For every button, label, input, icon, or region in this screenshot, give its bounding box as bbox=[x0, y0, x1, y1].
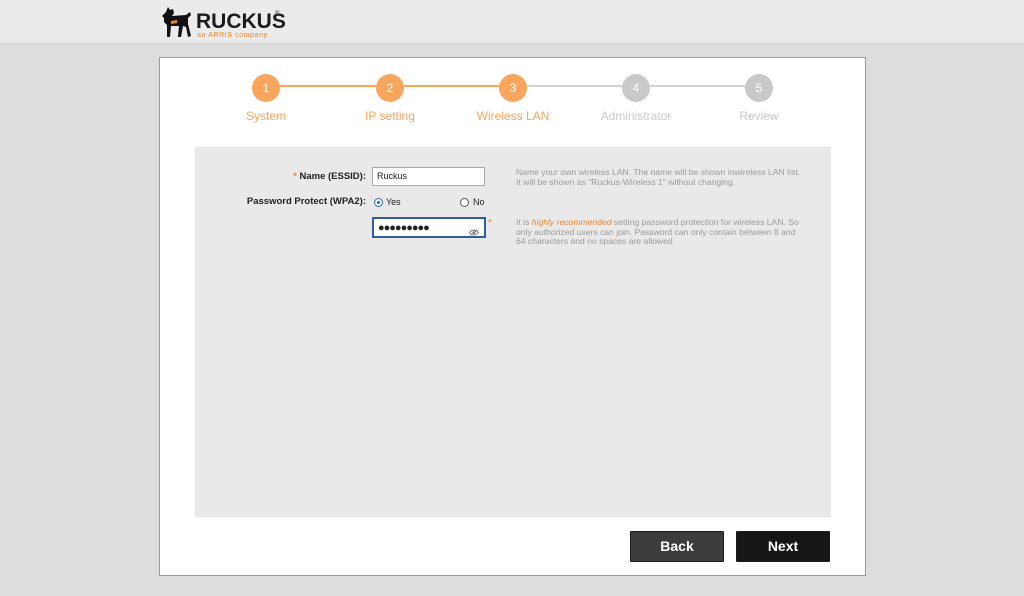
next-button[interactable]: Next bbox=[736, 531, 830, 562]
essid-input[interactable]: Ruckus bbox=[372, 167, 485, 186]
password-input[interactable]: ●●●●●●●●● bbox=[372, 217, 486, 238]
step-number: 2 bbox=[376, 74, 404, 102]
step-label: IP setting bbox=[365, 109, 415, 123]
setup-wizard: 1 System 2 IP setting 3 Wireless LAN 4 A… bbox=[159, 57, 866, 576]
password-masked: ●●●●●●●●● bbox=[378, 222, 430, 234]
step-review: 5 Review bbox=[699, 74, 819, 123]
step-system: 1 System bbox=[206, 74, 326, 123]
brand-name: RUCKUS bbox=[196, 10, 286, 33]
step-label: Wireless LAN bbox=[476, 109, 550, 123]
top-bar: RUCKUS ® an ARRIS company bbox=[0, 0, 1024, 44]
step-ip-setting: 2 IP setting bbox=[330, 74, 450, 123]
wizard-steps: 1 System 2 IP setting 3 Wireless LAN 4 A… bbox=[160, 58, 865, 138]
step-label: Review bbox=[739, 109, 779, 123]
password-help-prefix: It is bbox=[516, 217, 532, 227]
essid-help: Name your own wireless LAN. The name wil… bbox=[516, 167, 801, 187]
step-number: 1 bbox=[252, 74, 280, 102]
step-label: System bbox=[245, 109, 286, 123]
password-required-mark: * bbox=[488, 218, 492, 229]
back-button[interactable]: Back bbox=[630, 531, 724, 562]
required-mark: * bbox=[293, 171, 297, 182]
password-protect-no-label[interactable]: No bbox=[473, 196, 485, 208]
step-wireless-lan: 3 Wireless LAN bbox=[453, 74, 573, 123]
wireless-lan-form: * Name (ESSID): Ruckus Name your own wir… bbox=[195, 147, 831, 517]
essid-label: * Name (ESSID): bbox=[235, 171, 366, 183]
registered-mark: ® bbox=[275, 11, 280, 17]
step-administrator: 4 Administrator bbox=[576, 74, 696, 123]
step-number: 5 bbox=[745, 74, 773, 102]
brand-tagline: an ARRIS company bbox=[197, 32, 268, 39]
password-protect-yes-label[interactable]: Yes bbox=[386, 196, 401, 208]
step-label: Administrator bbox=[600, 109, 672, 123]
password-protect-yes-radio[interactable] bbox=[374, 198, 383, 207]
password-help: It is highly recommended setting passwor… bbox=[516, 217, 801, 247]
dog-logo-icon bbox=[162, 7, 191, 37]
ruckus-logo: RUCKUS ® an ARRIS company bbox=[159, 4, 299, 40]
password-protect-label: Password Protect (WPA2): bbox=[246, 196, 366, 207]
password-protect-no-radio[interactable] bbox=[460, 198, 469, 207]
password-help-emphasis: highly recommended bbox=[531, 217, 612, 227]
show-password-icon[interactable] bbox=[468, 223, 480, 241]
step-number: 3 bbox=[499, 74, 527, 102]
essid-label-text: Name (ESSID): bbox=[299, 171, 366, 182]
step-number: 4 bbox=[622, 74, 650, 102]
